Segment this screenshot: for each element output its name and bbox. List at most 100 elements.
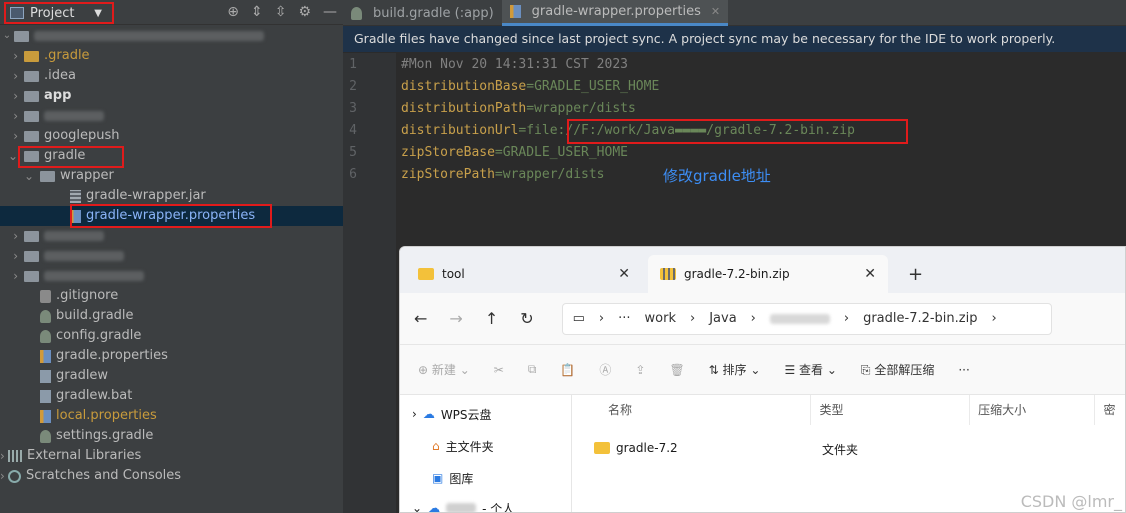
tree-item[interactable]: ›: [0, 246, 343, 266]
tree-item[interactable]: ›: [0, 226, 343, 246]
tree-item[interactable]: ⌄ wrapper: [0, 166, 343, 186]
property-value: GRADLE_USER_HOME: [502, 145, 628, 160]
tree-item-label: app: [44, 88, 72, 103]
side-blurred: [446, 503, 477, 512]
tree-item[interactable]: gradle.properties: [0, 346, 343, 366]
code-line[interactable]: zipStoreBase=GRADLE_USER_HOME: [401, 142, 628, 164]
line-number: 2: [349, 79, 357, 94]
code-line[interactable]: #Mon Nov 20 14:31:31 CST 2023: [401, 54, 628, 76]
highlight-distribution-url: [567, 119, 908, 144]
tree-item-label: .gradle: [44, 48, 90, 63]
close-icon[interactable]: ✕: [711, 5, 720, 18]
tree-item[interactable]: › googlepush: [0, 126, 343, 146]
gradle-icon: [40, 429, 51, 443]
equals-sign: =: [526, 101, 535, 116]
code-line[interactable]: distributionPath=wrapper/dists: [401, 98, 636, 120]
file-name: gradle-7.2: [616, 441, 678, 455]
breadcrumb-blurred[interactable]: [769, 313, 830, 324]
close-icon[interactable]: ✕: [618, 266, 630, 282]
more-button[interactable]: ···: [958, 363, 969, 377]
gradle-icon: [40, 329, 51, 343]
cut-icon[interactable]: ✂: [494, 363, 504, 377]
breadcrumb-work[interactable]: work: [645, 311, 676, 326]
tree-root-row[interactable]: ⌄: [0, 26, 343, 46]
rename-icon[interactable]: Ⓐ: [599, 361, 611, 378]
chevron-icon: ›: [991, 311, 997, 326]
line-number: 1: [349, 57, 357, 72]
blurred-label: [44, 111, 104, 121]
line-number: 5: [349, 145, 357, 160]
tree-item[interactable]: local.properties: [0, 406, 343, 426]
share-icon[interactable]: ⇪: [635, 363, 645, 377]
tree-item-label: wrapper: [60, 168, 114, 183]
explorer-tab-tool[interactable]: tool ✕: [406, 255, 642, 293]
side-personal[interactable]: ⌄ ☁ - 个人: [412, 497, 514, 512]
extract-label: 全部解压缩: [874, 363, 935, 377]
tree-item[interactable]: › Scratches and Consoles: [0, 466, 343, 486]
copy-icon[interactable]: ⧉: [528, 362, 537, 377]
delete-icon[interactable]: 🗑: [669, 363, 684, 377]
more-path-icon[interactable]: ···: [618, 311, 630, 326]
gradle-file-icon: [351, 6, 362, 20]
file-row[interactable]: gradle-7.2: [594, 441, 678, 455]
line-number: 4: [349, 123, 357, 138]
tree-item[interactable]: ›: [0, 266, 343, 286]
hide-panel-icon[interactable]: —: [323, 4, 337, 20]
new-button[interactable]: ⊕ 新建 ⌄: [418, 361, 470, 378]
side-wps-cloud[interactable]: › ☁ WPS云盘: [412, 403, 492, 425]
tree-item[interactable]: gradlew.bat: [0, 386, 343, 406]
equals-sign: =: [494, 145, 503, 160]
sort-button[interactable]: ⇅ 排序 ⌄: [709, 361, 761, 378]
tree-item[interactable]: › .gradle: [0, 46, 343, 66]
side-home[interactable]: ⌂ 主文件夹: [432, 435, 494, 457]
forward-icon[interactable]: →: [449, 309, 462, 328]
tree-item[interactable]: gradle-wrapper.jar: [0, 186, 343, 206]
col-name[interactable]: 名称: [574, 395, 812, 425]
tree-item[interactable]: build.gradle: [0, 306, 343, 326]
collapse-all-icon[interactable]: ⇳: [275, 4, 287, 20]
breadcrumb-zip[interactable]: gradle-7.2-bin.zip: [863, 311, 977, 326]
refresh-icon[interactable]: ↻: [520, 309, 533, 328]
tree-item[interactable]: › .idea: [0, 66, 343, 86]
view-button[interactable]: ☰ 查看 ⌄: [784, 361, 836, 378]
paste-icon[interactable]: 📋: [560, 363, 575, 377]
tab-label: tool: [442, 267, 465, 281]
code-line[interactable]: distributionBase=GRADLE_USER_HOME: [401, 76, 659, 98]
tree-item[interactable]: › app: [0, 86, 343, 106]
project-view-selector[interactable]: Project ▼: [4, 2, 114, 24]
tab-gradle-wrapper-properties[interactable]: gradle-wrapper.properties ✕: [501, 0, 729, 26]
tree-item[interactable]: settings.gradle: [0, 426, 343, 446]
tree-item[interactable]: gradlew: [0, 366, 343, 386]
line-gutter: 1 2 3 4 5 6: [343, 53, 396, 513]
address-bar[interactable]: ▭ › ··· work › Java › › gradle-7.2-bin.z…: [561, 302, 1052, 335]
expand-all-icon[interactable]: ⇕: [251, 4, 263, 20]
close-icon[interactable]: ✕: [864, 266, 876, 282]
locate-icon[interactable]: ⊕: [227, 4, 239, 20]
side-gallery[interactable]: ▣ 图库: [432, 467, 473, 489]
col-type[interactable]: 类型: [811, 395, 971, 425]
explorer-body: › ☁ WPS云盘 ⌂ 主文件夹 ▣ 图库 ⌄ ☁ - 个人 名称 类型 压缩大…: [400, 395, 1125, 512]
tree-indent: ›: [13, 69, 18, 83]
tree-item[interactable]: › External Libraries: [0, 446, 343, 466]
tab-build-gradle[interactable]: build.gradle (:app): [343, 0, 502, 26]
explorer-tab-zip[interactable]: gradle-7.2-bin.zip ✕: [648, 255, 888, 293]
up-icon[interactable]: ↑: [485, 309, 498, 328]
home-icon: ⌂: [432, 439, 440, 453]
col-compressed-size[interactable]: 压缩大小: [970, 395, 1096, 425]
project-toolbar: ⊕ ⇕ ⇳ ⚙ —: [227, 4, 337, 20]
settings-icon[interactable]: ⚙: [298, 4, 311, 20]
property-key: distributionBase: [401, 79, 527, 94]
tree-item[interactable]: ›: [0, 106, 343, 126]
tree-item-label: .gitignore: [56, 288, 119, 303]
tree-item[interactable]: config.gradle: [0, 326, 343, 346]
col-more[interactable]: 密: [1095, 395, 1125, 425]
code-line[interactable]: zipStorePath=wrapper/dists: [401, 164, 605, 186]
folder-icon: [24, 250, 39, 262]
new-tab-button[interactable]: +: [896, 255, 935, 293]
back-icon[interactable]: ←: [414, 309, 427, 328]
tree-item[interactable]: .gitignore: [0, 286, 343, 306]
breadcrumb-java[interactable]: Java: [709, 311, 736, 326]
extract-all-button[interactable]: ⎘ 全部解压缩: [861, 361, 934, 378]
tree-indent: ⌄: [23, 169, 34, 183]
folder-icon: [24, 50, 39, 62]
